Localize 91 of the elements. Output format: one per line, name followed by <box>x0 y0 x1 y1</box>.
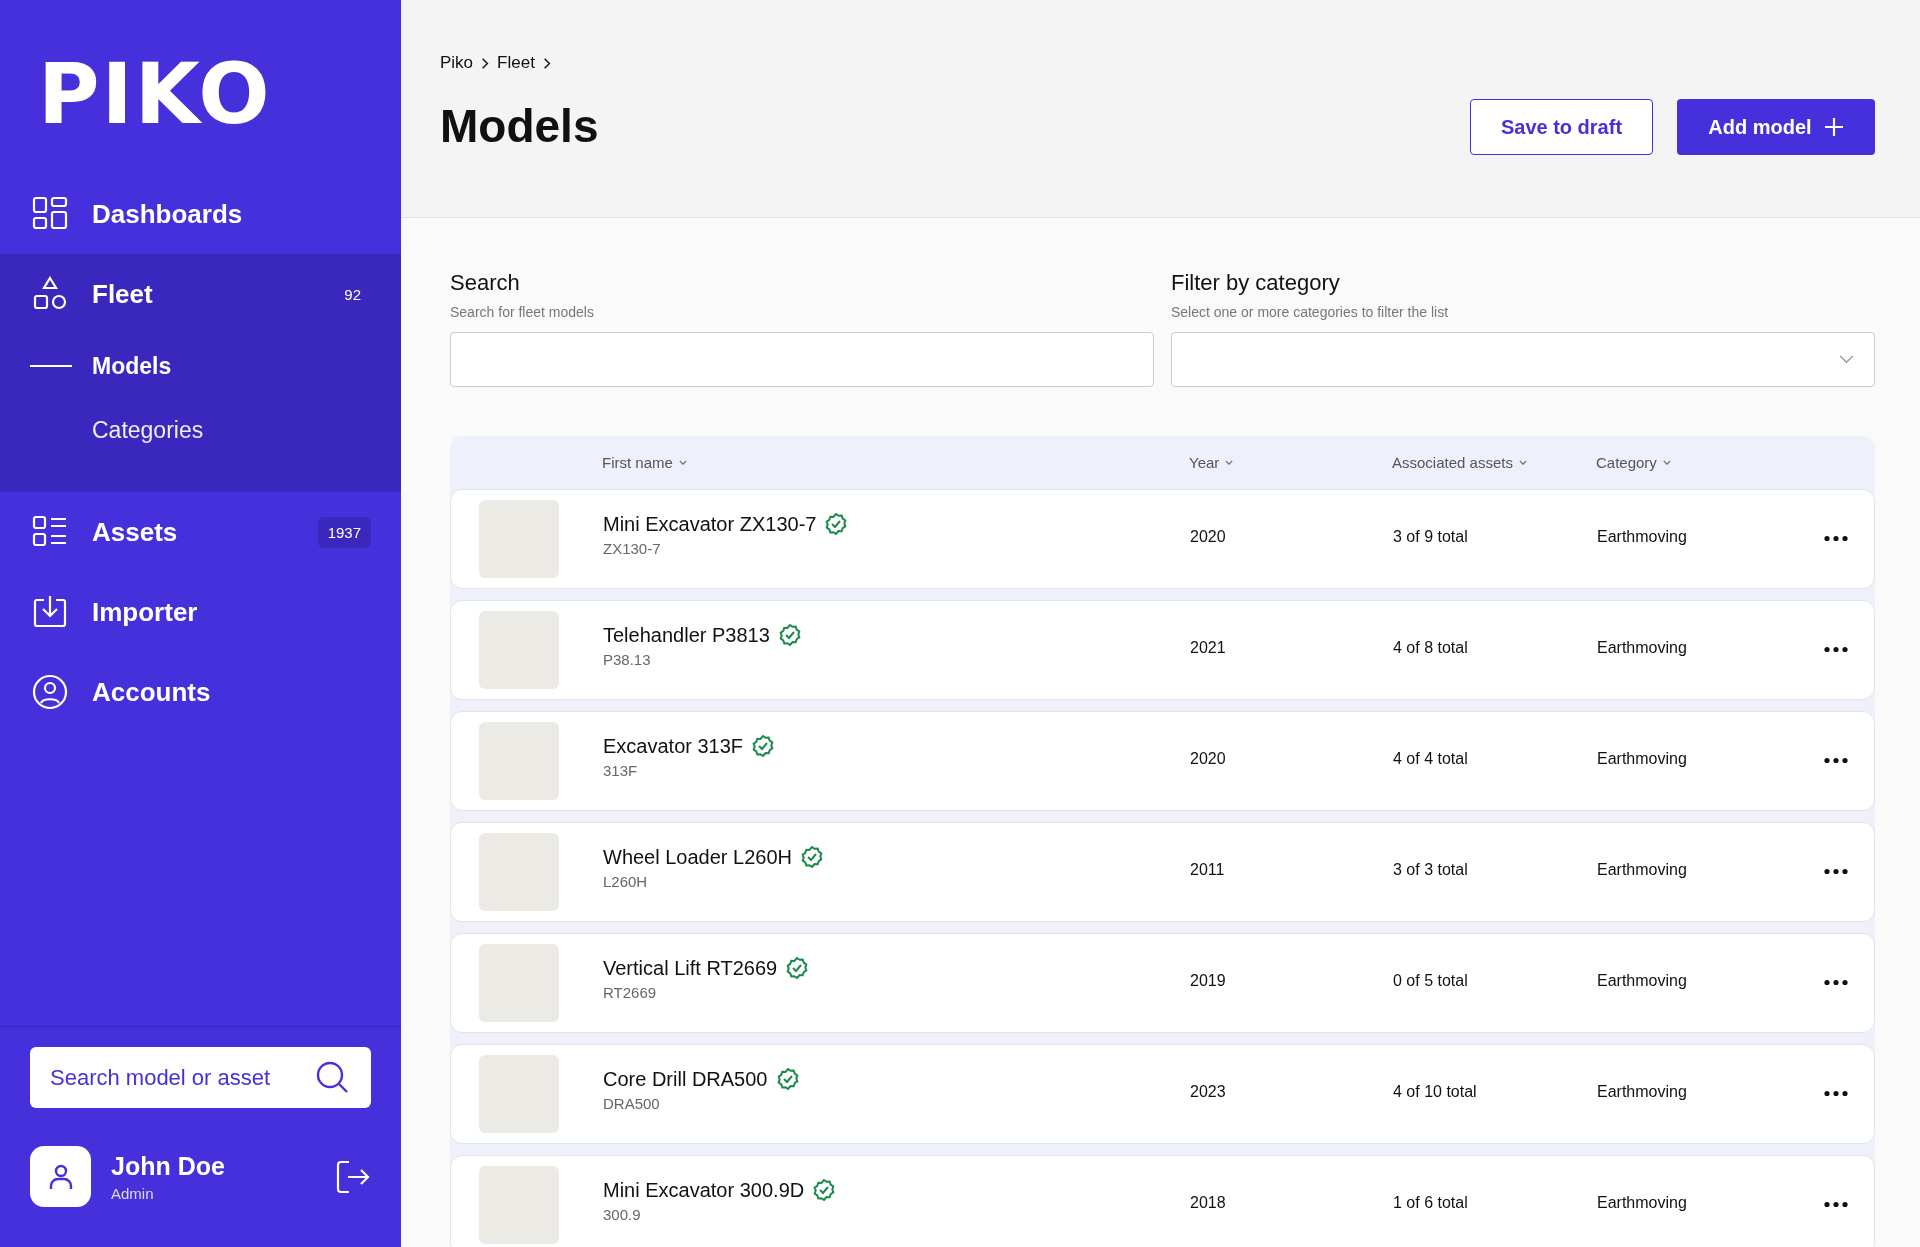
avatar <box>30 1146 91 1207</box>
chevron-down-icon <box>1225 460 1234 465</box>
more-icon[interactable] <box>1824 1090 1848 1097</box>
chevron-down-icon <box>1518 460 1527 465</box>
model-name: Core Drill DRA500 <box>603 1067 768 1091</box>
model-name: Telehandler P3813 <box>603 623 770 647</box>
add-button[interactable]: Add model <box>1677 99 1875 155</box>
field-label: Search <box>450 270 521 296</box>
chevron-right-icon <box>542 56 551 70</box>
assets-cell: 0 of 5 total <box>1393 972 1468 990</box>
breadcrumb-link[interactable]: Fleet <box>497 53 535 73</box>
category-cell: Earthmoving <box>1597 972 1687 990</box>
more-icon[interactable] <box>1824 1201 1848 1208</box>
category-cell: Earthmoving <box>1597 1194 1687 1212</box>
assets-cell: 4 of 10 total <box>1393 1083 1477 1101</box>
table-row[interactable]: Excavator 313F 313F 2020 4 of 4 total Earthmoving <box>450 711 1875 811</box>
model-code: RT2669 <box>603 984 658 1001</box>
nav-item[interactable]: Dashboards <box>0 174 401 254</box>
user-circle-icon <box>32 674 68 710</box>
category-cell: Earthmoving <box>1597 528 1687 546</box>
field-hint: Search for fleet models <box>450 304 595 320</box>
column-header[interactable]: Year <box>1189 454 1234 471</box>
model-name: Vertical Lift RT2669 <box>603 956 778 980</box>
save-draft-button[interactable]: Save to draft <box>1470 99 1653 155</box>
table-row[interactable]: Mini Excavator ZX130-7 ZX130-7 2020 3 of 9 total Earthmoving <box>450 489 1875 589</box>
field-hint: Select one or more categories to filter the list <box>1171 304 1450 320</box>
table-row[interactable]: Mini Excavator 300.9D 300.9 2018 1 of 6 total Earthmoving <box>450 1155 1875 1247</box>
shapes-icon <box>32 276 68 312</box>
user-name: John Doe <box>111 1151 226 1181</box>
nav-item[interactable]: Accounts <box>0 652 401 732</box>
assets-cell: 3 of 3 total <box>1393 861 1468 879</box>
table-row[interactable]: Vertical Lift RT2669 RT2669 2019 0 of 5 total Earthmoving <box>450 933 1875 1033</box>
plus-icon <box>1823 117 1844 137</box>
assets-cell: 1 of 6 total <box>1393 1194 1468 1212</box>
model-code: 313F <box>603 762 639 779</box>
category-cell: Earthmoving <box>1597 861 1687 879</box>
chevron-right-icon <box>481 56 490 70</box>
search-field[interactable]: Search model or asset <box>30 1047 371 1108</box>
model-name: Mini Excavator ZX130-7 <box>603 512 817 536</box>
subnav-item[interactable]: Models <box>0 334 401 398</box>
logout-icon[interactable] <box>335 1158 371 1195</box>
field-label: Filter by category <box>1171 270 1341 296</box>
chevron-down-icon <box>1839 355 1854 364</box>
breadcrumb-link[interactable]: Piko <box>440 53 474 73</box>
more-icon[interactable] <box>1824 646 1848 653</box>
assets-cell: 3 of 9 total <box>1393 528 1468 546</box>
year-cell: 2021 <box>1190 639 1226 657</box>
count-label: 92 <box>343 284 362 305</box>
nav-item[interactable]: Fleet 92 <box>0 254 401 334</box>
model-code: 300.9 <box>603 1206 642 1223</box>
grid-icon <box>32 196 68 232</box>
download-icon <box>32 594 68 630</box>
search-input[interactable] <box>450 332 1154 387</box>
table-row[interactable]: Telehandler P3813 P38.13 2021 4 of 8 total Earthmoving <box>450 600 1875 700</box>
logo: PIKO <box>37 44 273 145</box>
subnav-item[interactable]: Categories <box>0 398 401 462</box>
category-cell: Earthmoving <box>1597 750 1687 768</box>
column-header[interactable]: Associated assets <box>1392 454 1527 471</box>
more-icon[interactable] <box>1824 868 1848 875</box>
model-code: P38.13 <box>603 651 652 668</box>
year-cell: 2018 <box>1190 1194 1226 1212</box>
assets-cell: 4 of 4 total <box>1393 750 1468 768</box>
search-icon <box>315 1060 349 1094</box>
column-header[interactable]: First name <box>602 454 687 471</box>
model-code: ZX130-7 <box>603 540 662 557</box>
year-cell: 2011 <box>1190 861 1225 879</box>
more-icon[interactable] <box>1824 535 1848 542</box>
count-badge: 1937 <box>317 516 371 548</box>
category-cell: Earthmoving <box>1597 639 1687 657</box>
year-cell: 2020 <box>1190 750 1226 768</box>
column-header[interactable]: Category <box>1596 454 1671 471</box>
table-row[interactable]: Core Drill DRA500 DRA500 2023 4 of 10 total Earthmoving <box>450 1044 1875 1144</box>
table-row[interactable]: Wheel Loader L260H L260H 2011 3 of 3 total Earthmoving <box>450 822 1875 922</box>
nav-item[interactable]: Importer <box>0 572 401 652</box>
model-code: L260H <box>603 873 649 890</box>
nav-item[interactable]: Assets 1937 <box>0 492 401 572</box>
more-icon[interactable] <box>1824 757 1848 764</box>
chevron-down-icon <box>1662 460 1671 465</box>
model-name: Mini Excavator 300.9D <box>603 1178 805 1202</box>
chevron-down-icon <box>678 460 687 465</box>
year-cell: 2020 <box>1190 528 1226 546</box>
year-cell: 2023 <box>1190 1083 1226 1101</box>
assets-cell: 4 of 8 total <box>1393 639 1468 657</box>
model-name: Excavator 313F <box>603 734 744 758</box>
model-name: Wheel Loader L260H <box>603 845 792 869</box>
page-title: Models <box>440 99 599 153</box>
category-cell: Earthmoving <box>1597 1083 1687 1101</box>
year-cell: 2019 <box>1190 972 1226 990</box>
model-code: DRA500 <box>603 1095 661 1112</box>
more-icon[interactable] <box>1824 979 1848 986</box>
user-role: Admin <box>111 1184 155 1202</box>
